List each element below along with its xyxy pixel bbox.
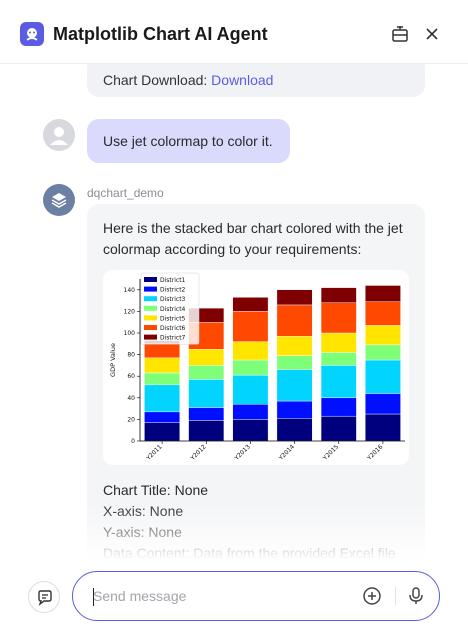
x-tick-label: Y2016 <box>365 443 384 462</box>
text-caret <box>93 588 94 606</box>
bar-segment <box>365 301 401 326</box>
legend-swatch <box>144 286 157 292</box>
legend-swatch <box>144 296 157 302</box>
bar-segment <box>188 407 225 421</box>
bar-segment <box>276 355 313 370</box>
agent-logo-icon <box>20 22 44 46</box>
bar-segment <box>232 374 269 405</box>
bar-segment <box>144 343 180 359</box>
bar-segment <box>232 359 269 376</box>
bar-segment <box>276 289 313 306</box>
chart-download-label: Chart Download: <box>103 72 212 88</box>
message-input[interactable] <box>93 585 353 607</box>
legend-swatch <box>144 315 157 321</box>
y-tick-label: 0 <box>131 438 135 445</box>
x-tick-label: Y2013 <box>233 443 252 462</box>
bar-segment <box>365 413 401 442</box>
legend-label: District4 <box>160 306 186 313</box>
user-avatar <box>43 119 75 151</box>
y-tick-label: 140 <box>124 287 136 294</box>
bar-segment <box>232 311 269 342</box>
y-tick-label: 80 <box>127 352 135 359</box>
legend-label: District3 <box>160 296 186 303</box>
legend-label: District2 <box>160 287 186 294</box>
bar-segment <box>232 419 269 442</box>
data-content-info: Data Content: Data from the provided Exc… <box>103 545 396 559</box>
chart-title-info: Chart Title: None <box>103 482 209 498</box>
bar-segment <box>320 365 357 399</box>
bar-segment <box>188 365 225 380</box>
bar-segment <box>188 348 225 366</box>
bar-segment <box>365 344 401 361</box>
bar-segment <box>365 285 401 302</box>
microphone-icon[interactable] <box>406 586 426 606</box>
y-tick-label: 60 <box>127 373 135 380</box>
agent-avatar <box>43 184 75 216</box>
x-axis-info: X-axis: None <box>103 503 184 519</box>
bar-segment <box>232 404 269 420</box>
chart-image[interactable]: Y2011 Y2012 Y2013 Y2014 Y2015 Y2016 0 20 40 60 80 1… <box>103 270 409 465</box>
y-tick-label: 40 <box>127 395 135 402</box>
legend-label: District5 <box>160 315 186 322</box>
bar-segment <box>320 397 357 417</box>
x-tick-label: Y2012 <box>189 443 208 462</box>
close-icon[interactable] <box>422 24 442 44</box>
y-axis-info: Y-axis: None <box>103 524 182 540</box>
y-tick-label: 120 <box>124 308 136 315</box>
legend-swatch <box>144 305 157 311</box>
bar-segment <box>365 359 401 394</box>
bar-segment <box>144 372 180 386</box>
legend-swatch <box>144 277 157 282</box>
legend-label: District7 <box>160 335 186 342</box>
legend-label: District6 <box>160 325 186 332</box>
dock-panel-icon[interactable] <box>390 24 410 44</box>
previous-agent-bubble: Chart Download: Download <box>87 64 425 97</box>
legend-label: District1 <box>160 277 186 284</box>
bar-segment <box>276 400 313 419</box>
bar-segment <box>320 415 357 442</box>
stacked-bar-chart: Y2011 Y2012 Y2013 Y2014 Y2015 Y2016 0 20 40 60 80 1… <box>109 272 405 463</box>
bar-segment <box>144 384 180 413</box>
user-message-text: Use jet colormap to color it. <box>103 133 273 149</box>
x-tick-label: Y2015 <box>321 443 340 462</box>
bar-segment <box>232 297 269 312</box>
y-axis-label: GDP Value <box>109 343 117 377</box>
bar-segment <box>188 420 225 442</box>
message-input-box[interactable] <box>72 571 440 621</box>
legend-swatch <box>144 334 157 340</box>
download-link[interactable]: Download <box>211 72 273 88</box>
bar-segment <box>276 304 313 337</box>
bar-segment <box>365 325 401 346</box>
x-tick-label: Y2014 <box>277 443 296 462</box>
bar-segment <box>320 332 357 353</box>
new-chat-button[interactable] <box>28 581 60 613</box>
agent-name: dqchart_demo <box>87 186 164 200</box>
bar-segment <box>320 302 357 334</box>
app-header: Matplotlib Chart AI Agent <box>0 0 468 64</box>
bar-segment <box>188 379 225 408</box>
agent-intro-text: Here is the stacked bar chart colored wi… <box>103 220 403 257</box>
legend-swatch <box>144 325 157 330</box>
app-title: Matplotlib Chart AI Agent <box>53 24 268 44</box>
add-attachment-icon[interactable] <box>362 586 382 606</box>
y-tick-label: 100 <box>124 330 136 337</box>
bar-segment <box>320 287 357 303</box>
message-list[interactable]: Chart Download: Download Use jet colorma… <box>0 64 468 559</box>
chart-download-line: Chart Download: Download <box>103 72 273 88</box>
bar-segment <box>276 336 313 356</box>
bar-segment <box>144 357 180 374</box>
bar-segment <box>365 393 401 415</box>
bar-segment <box>276 369 313 402</box>
bar-segment <box>232 341 269 361</box>
agent-message-bubble: Here is the stacked bar chart colored wi… <box>87 204 425 559</box>
bar-segment <box>276 418 313 442</box>
bar-segment <box>144 422 180 442</box>
x-tick-label: Y2011 <box>144 443 163 462</box>
input-divider <box>395 587 396 605</box>
bar-segment <box>144 411 180 423</box>
bar-segment <box>320 352 357 366</box>
user-message-bubble: Use jet colormap to color it. <box>87 119 290 163</box>
y-tick-label: 20 <box>127 416 135 423</box>
